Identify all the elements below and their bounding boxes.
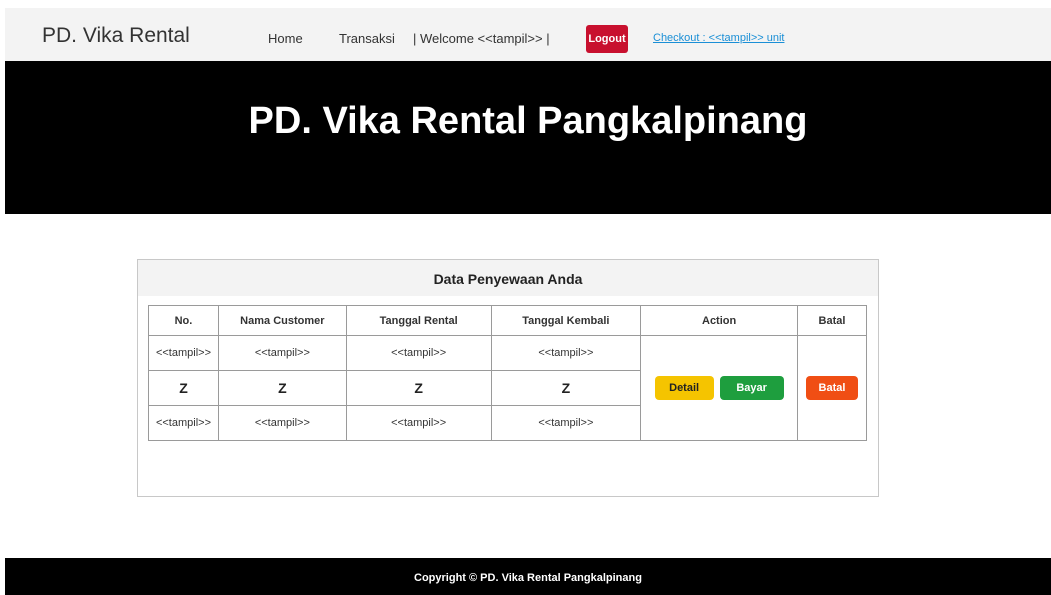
brand-logo[interactable]: PD. Vika Rental (42, 24, 190, 48)
batal-button[interactable]: Batal (806, 376, 858, 400)
rental-table: No. Nama Customer Tanggal Rental Tanggal… (148, 305, 867, 441)
cell-tanggal-kembali: <<tampil>> (490, 405, 642, 441)
welcome-text: | Welcome <<tampil>> | (413, 31, 550, 46)
cell-nama-customer: <<tampil>> (217, 335, 347, 371)
cell-batal: Batal (797, 335, 867, 441)
panel-heading: Data Penyewaan Anda (138, 260, 878, 296)
nav-transaksi-link[interactable]: Transaksi (339, 31, 395, 46)
cell-no: <<tampil>> (148, 335, 219, 371)
nav-home-link[interactable]: Home (268, 31, 303, 46)
cell-action: Detail Bayar (640, 335, 798, 441)
cell-tanggal-kembali: <<tampil>> (490, 335, 642, 371)
column-header-batal: Batal (797, 305, 867, 336)
column-header-tanggal-kembali: Tanggal Kembali (490, 305, 642, 336)
table-header-row: No. Nama Customer Tanggal Rental Tanggal… (148, 305, 867, 336)
column-header-no: No. (148, 305, 219, 336)
cell-tanggal-kembali: Z (490, 370, 642, 406)
rental-data-panel: Data Penyewaan Anda No. Nama Customer Ta… (137, 259, 879, 497)
cell-nama-customer: Z (217, 370, 347, 406)
copyright-text: Copyright © PD. Vika Rental Pangkalpinan… (414, 572, 642, 584)
navbar: PD. Vika Rental Home Transaksi | Welcome… (5, 8, 1051, 61)
column-header-tanggal-rental: Tanggal Rental (345, 305, 492, 336)
cell-tanggal-rental: Z (345, 370, 492, 406)
hero-banner: PD. Vika Rental Pangkalpinang (5, 61, 1051, 214)
cell-tanggal-rental: <<tampil>> (345, 405, 492, 441)
checkout-link[interactable]: Checkout : <<tampil>> unit (653, 32, 784, 44)
cell-nama-customer: <<tampil>> (217, 405, 347, 441)
cell-tanggal-rental: <<tampil>> (345, 335, 492, 371)
column-header-action: Action (640, 305, 798, 336)
logout-button[interactable]: Logout (586, 25, 628, 53)
cell-no: Z (148, 370, 219, 406)
column-header-nama-customer: Nama Customer (217, 305, 347, 336)
hero-title: PD. Vika Rental Pangkalpinang (248, 100, 808, 142)
footer: Copyright © PD. Vika Rental Pangkalpinan… (5, 558, 1051, 595)
page: PD. Vika Rental Home Transaksi | Welcome… (5, 8, 1051, 595)
detail-button[interactable]: Detail (654, 376, 714, 400)
bayar-button[interactable]: Bayar (719, 376, 784, 400)
table-row: <<tampil>> <<tampil>> <<tampil>> <<tampi… (148, 335, 867, 441)
cell-no: <<tampil>> (148, 405, 219, 441)
